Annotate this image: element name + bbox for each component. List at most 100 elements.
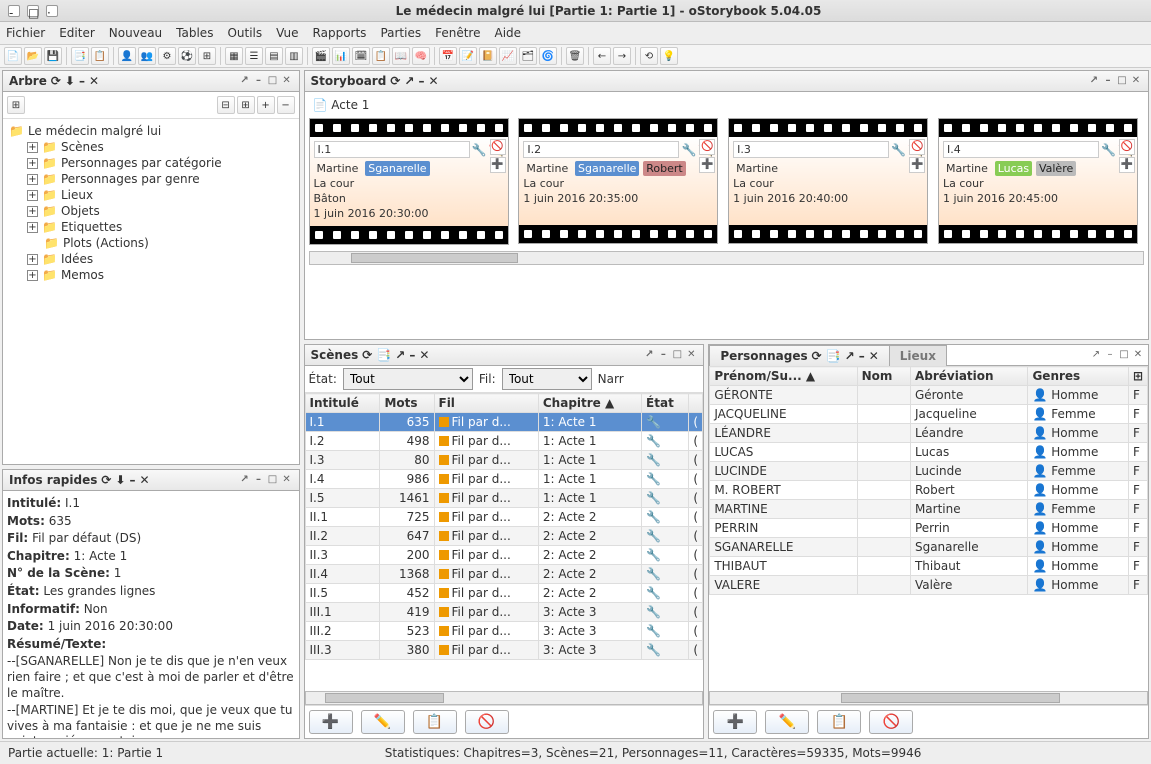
scenes-col-mots[interactable]: Mots [380,394,434,413]
wrench-icon[interactable]: 🔧 [642,489,689,508]
storyboard-card[interactable]: I.1 🔧 ✏️ 🚫 ➕ Martine Sganarelle La cour … [309,118,509,245]
edit-button[interactable]: ✏️ [765,710,809,734]
wrench-icon[interactable]: 🔧 [642,470,689,489]
add-icon[interactable]: ➕ [699,157,715,173]
tree-item[interactable]: +📁Etiquettes [25,219,295,235]
characters-table[interactable]: Prénom/Su... ▲ Nom Abréviation Genres ⊞ … [709,366,1148,595]
scenes-table[interactable]: Intitulé Mots Fil Chapitre ▲ État I.1635… [305,393,704,660]
scene-id-input[interactable]: I.3 [733,141,889,158]
scene-row[interactable]: I.4986 Fil par d... 1: Acte 1 🔧 ( [305,470,703,489]
tab-personnages[interactable]: Personnages ⟳📑↗–✕ [709,345,889,366]
add-button[interactable]: ➕ [309,710,353,734]
wrench-icon[interactable]: 🔧 [891,143,906,157]
tool-grid-icon[interactable]: ▦ [225,47,243,65]
menu-item[interactable]: Aide [494,26,521,40]
window-close-icon[interactable]: · [46,5,58,17]
scene-row[interactable]: I.2498 Fil par d... 1: Acte 1 🔧 ( [305,432,703,451]
tree-minus-icon[interactable]: − [277,96,295,114]
character-row[interactable]: LUCINDELucinde 👤 Femme F [710,462,1148,481]
scene-row[interactable]: II.3200 Fil par d... 2: Acte 2 🔧 ( [305,546,703,565]
menu-item[interactable]: Editer [59,26,95,40]
tool-person-icon[interactable]: 👤 [118,47,136,65]
menu-item[interactable]: Rapports [313,26,367,40]
tree-collapse-icon[interactable]: ⊞ [237,96,255,114]
wrench-icon[interactable]: 🔧 [642,432,689,451]
copy-button[interactable]: 📋 [817,710,861,734]
character-row[interactable]: THIBAUTThibaut 👤 Homme F [710,557,1148,576]
char-tag[interactable]: Sganarelle [365,161,429,176]
wrench-icon[interactable]: 🔧 [642,641,689,660]
scene-id-input[interactable]: I.1 [314,141,470,158]
wrench-icon[interactable]: 🔧 [681,143,696,157]
delete-button[interactable]: 🚫 [465,710,509,734]
tool-calendar-icon[interactable]: 📅 [439,47,457,65]
tool-trash-icon[interactable]: 🗑 [566,47,584,65]
scenes-col-fil[interactable]: Fil [434,394,538,413]
scenes-col-etat[interactable]: État [642,394,689,413]
scene-row[interactable]: III.2523 Fil par d... 3: Acte 3 🔧 ( [305,622,703,641]
menu-item[interactable]: Fenêtre [435,26,480,40]
scene-row[interactable]: II.5452 Fil par d... 2: Acte 2 🔧 ( [305,584,703,603]
add-button[interactable]: ➕ [713,710,757,734]
menu-item[interactable]: Vue [276,26,298,40]
tree-item[interactable]: +📁Idées [25,251,295,267]
char-tag[interactable]: Robert [643,161,685,176]
tool-table-icon[interactable]: ▥ [285,47,303,65]
char-col-genre[interactable]: Genres [1028,367,1128,386]
refresh-icon[interactable]: ⟳ [51,74,61,88]
forbid-icon[interactable]: 🚫 [909,139,925,155]
wrench-icon[interactable]: 🔧 [642,603,689,622]
tool-book-icon[interactable]: 📔 [479,47,497,65]
scene-row[interactable]: III.3380 Fil par d... 3: Acte 3 🔧 ( [305,641,703,660]
storyboard-scrollbar[interactable] [309,251,1144,265]
scene-id-input[interactable]: I.2 [523,141,679,158]
scene-row[interactable]: II.41368 Fil par d... 2: Acte 2 🔧 ( [305,565,703,584]
delete-button[interactable]: 🚫 [869,710,913,734]
wrench-icon[interactable]: 🔧 [642,527,689,546]
char-tag[interactable]: Lucas [995,161,1032,176]
char-col-extra[interactable]: ⊞ [1128,367,1147,386]
storyboard-card[interactable]: I.4 🔧 ✏️ 🚫 ➕ Martine Lucas Valère La cou… [938,118,1138,244]
char-col-prenom[interactable]: Prénom/Su... ▲ [710,367,857,386]
scene-row[interactable]: I.1635 Fil par d... 1: Acte 1 🔧 ( [305,413,703,432]
tool-copy-icon[interactable]: 📋 [91,47,109,65]
tree-item[interactable]: +📁Personnages par genre [25,171,295,187]
menu-item[interactable]: Fichier [6,26,45,40]
tree-item[interactable]: +📁Personnages par catégorie [25,155,295,171]
wrench-icon[interactable]: 🔧 [642,413,689,432]
character-row[interactable]: SGANARELLESganarelle 👤 Homme F [710,538,1148,557]
pin-icon[interactable]: ⬇ [115,473,125,487]
tree-mode-icon[interactable]: ⊞ [7,96,25,114]
tree-plus-icon[interactable]: + [257,96,275,114]
wrench-icon[interactable]: 🔧 [472,143,487,157]
wrench-icon[interactable]: 🔧 [642,584,689,603]
char-tag[interactable]: Martine [523,161,571,176]
copy-button[interactable]: 📋 [413,710,457,734]
character-row[interactable]: M. ROBERTRobert 👤 Homme F [710,481,1148,500]
menu-item[interactable]: Nouveau [109,26,162,40]
char-tag[interactable]: Sganarelle [575,161,639,176]
refresh-icon[interactable]: ⟳ [362,348,372,362]
character-row[interactable]: JACQUELINEJacqueline 👤 Femme F [710,405,1148,424]
tool-next-icon[interactable]: → [613,47,631,65]
tool-export-icon[interactable]: 📑 [71,47,89,65]
char-tag[interactable]: Martine [943,161,991,176]
close-icon[interactable]: ✕ [89,74,99,88]
tool-manage-icon[interactable]: 📋 [372,47,390,65]
minimize-icon[interactable]: – [79,74,85,88]
forbid-icon[interactable]: 🚫 [699,139,715,155]
storyboard-card[interactable]: I.3 🔧 ✏️ 🚫 ➕ Martine La cour 1 juin 2016… [728,118,928,244]
scene-row[interactable]: III.1419 Fil par d... 3: Acte 3 🔧 ( [305,603,703,622]
wrench-icon[interactable]: 🔧 [642,565,689,584]
wrench-icon[interactable]: 🔧 [1101,143,1116,157]
char-col-nom[interactable]: Nom [857,367,910,386]
tool-plan-icon[interactable]: 🗂 [519,47,537,65]
character-row[interactable]: GÉRONTEGéronte 👤 Homme F [710,386,1148,405]
character-row[interactable]: VALEREValère 👤 Homme F [710,576,1148,595]
refresh-icon[interactable]: ⟳ [101,473,111,487]
character-row[interactable]: LÉANDRELéandre 👤 Homme F [710,424,1148,443]
storyboard-card[interactable]: I.2 🔧 ✏️ 🚫 ➕ Martine Sganarelle Robert L… [518,118,718,244]
tool-notes-icon[interactable]: 📝 [459,47,477,65]
char-scrollbar[interactable] [709,691,1148,705]
char-col-abrev[interactable]: Abréviation [910,367,1028,386]
